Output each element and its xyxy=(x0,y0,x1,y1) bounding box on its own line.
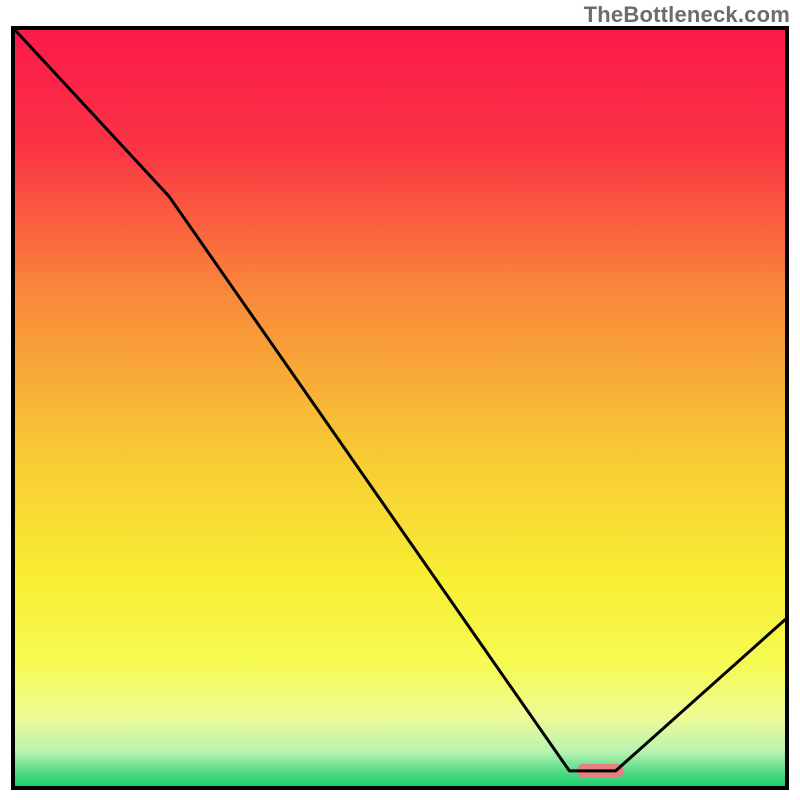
watermark-text: TheBottleneck.com xyxy=(584,2,790,28)
plot-background xyxy=(15,30,785,786)
chart-container: { "watermark": "TheBottleneck.com", "cha… xyxy=(0,0,800,800)
bottleneck-chart xyxy=(0,0,800,800)
